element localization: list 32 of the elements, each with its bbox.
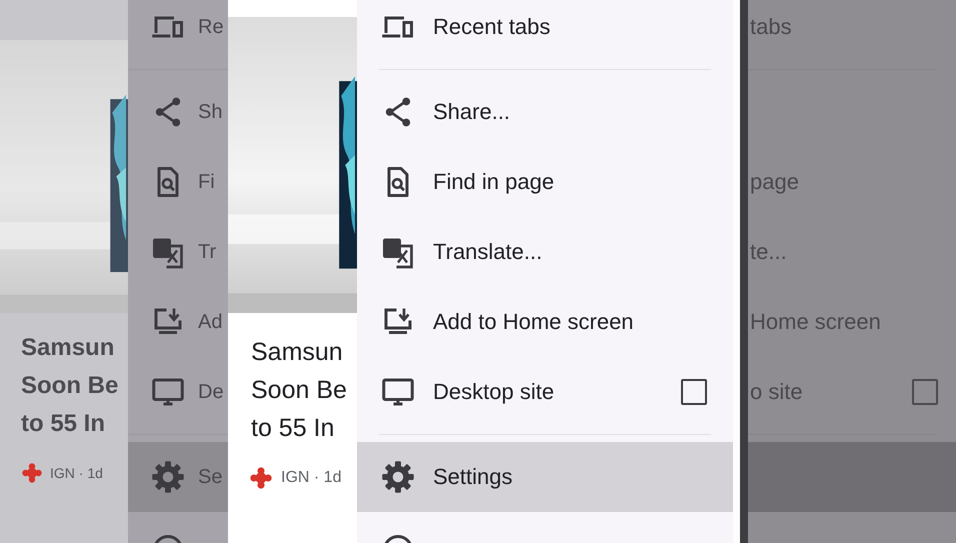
headline-line: to 55 In <box>21 409 106 439</box>
menu-item-label: Tr <box>198 240 216 264</box>
menu-item-label: Ad <box>198 310 222 334</box>
article-source: IGN · 1d <box>50 465 103 481</box>
article-source: IGN · 1d <box>281 469 342 487</box>
settings-icon <box>380 459 416 495</box>
menu-item-label: Se <box>198 466 222 488</box>
menu-item[interactable]: Translate... <box>357 217 733 287</box>
menu-item-label: De <box>198 380 224 404</box>
headline-line: Soon Be <box>251 375 348 406</box>
menu-item[interactable]: Find in page <box>357 147 733 217</box>
source-logo-icon <box>250 467 272 489</box>
menu-item-label: tabs <box>750 14 792 40</box>
checkbox[interactable] <box>681 379 707 405</box>
menu-item-label: Sh <box>198 100 222 124</box>
menu-item[interactable]: Add to Home screen <box>357 287 733 357</box>
menu-item[interactable]: Desktop site <box>357 357 733 427</box>
settings-icon <box>150 459 186 495</box>
menu-item-label: o site <box>750 379 803 405</box>
menu-item-label: Home screen <box>750 309 881 335</box>
menu-item-label: Fi <box>198 170 215 194</box>
headline-line: Samsun <box>251 337 344 368</box>
menu-item[interactable]: Settings <box>357 442 733 512</box>
headline-line: Samsun <box>21 333 116 363</box>
menu-item-label: page <box>750 169 799 195</box>
source-logo-icon <box>22 463 42 483</box>
menu-item-label: Re <box>198 16 224 38</box>
menu-item[interactable]: Share... <box>357 77 733 147</box>
menu-item[interactable]: Recent tabs <box>357 0 733 62</box>
headline-line: Soon Be <box>21 371 120 401</box>
menu-item-label: te... <box>750 239 787 265</box>
headline-line: to 55 In <box>251 413 336 444</box>
